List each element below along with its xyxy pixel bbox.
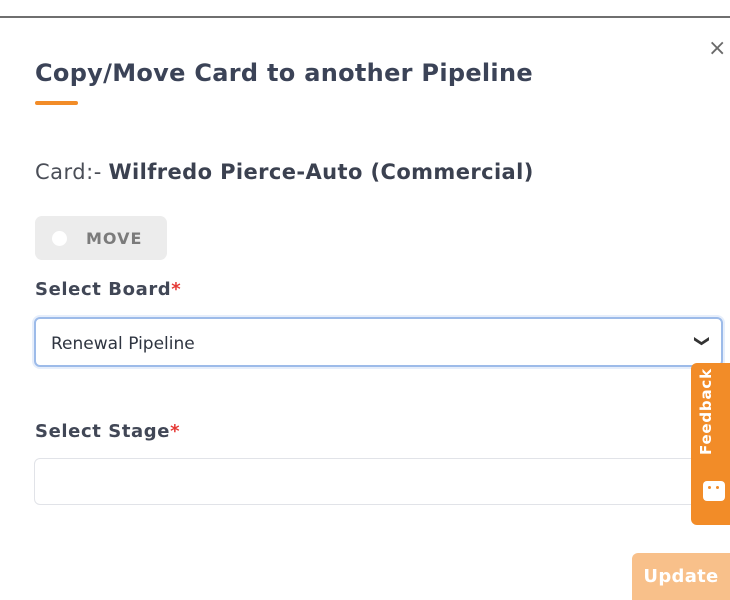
toggle-knob: [52, 230, 67, 246]
required-mark: *: [170, 421, 181, 442]
close-icon[interactable]: ×: [708, 38, 726, 60]
chevron-down-icon: ❯: [693, 334, 712, 348]
card-label: Card:-: [35, 160, 102, 184]
required-mark: *: [171, 279, 182, 300]
modal-title: Copy/Move Card to another Pipeline: [35, 59, 533, 87]
board-select-value: Renewal Pipeline: [51, 334, 195, 354]
board-select[interactable]: Renewal Pipeline ❯: [34, 317, 723, 367]
update-button[interactable]: Update: [632, 553, 730, 600]
top-divider: [0, 16, 730, 18]
select-board-label: Select Board*: [35, 279, 181, 300]
move-toggle-label: MOVE: [86, 228, 143, 248]
smiley-face-icon: [703, 481, 725, 501]
select-stage-label-text: Select Stage: [35, 421, 171, 442]
select-stage-label: Select Stage*: [35, 421, 180, 442]
card-name: Wilfredo Pierce-Auto (Commercial): [108, 160, 534, 184]
card-info: Card:- Wilfredo Pierce-Auto (Commercial): [35, 160, 534, 184]
feedback-tab[interactable]: Feedback: [691, 363, 730, 525]
move-toggle[interactable]: MOVE: [35, 216, 167, 260]
title-underline: [35, 101, 78, 105]
feedback-label: Feedback: [697, 368, 715, 455]
select-board-label-text: Select Board: [35, 279, 172, 300]
stage-select[interactable]: [34, 458, 714, 505]
